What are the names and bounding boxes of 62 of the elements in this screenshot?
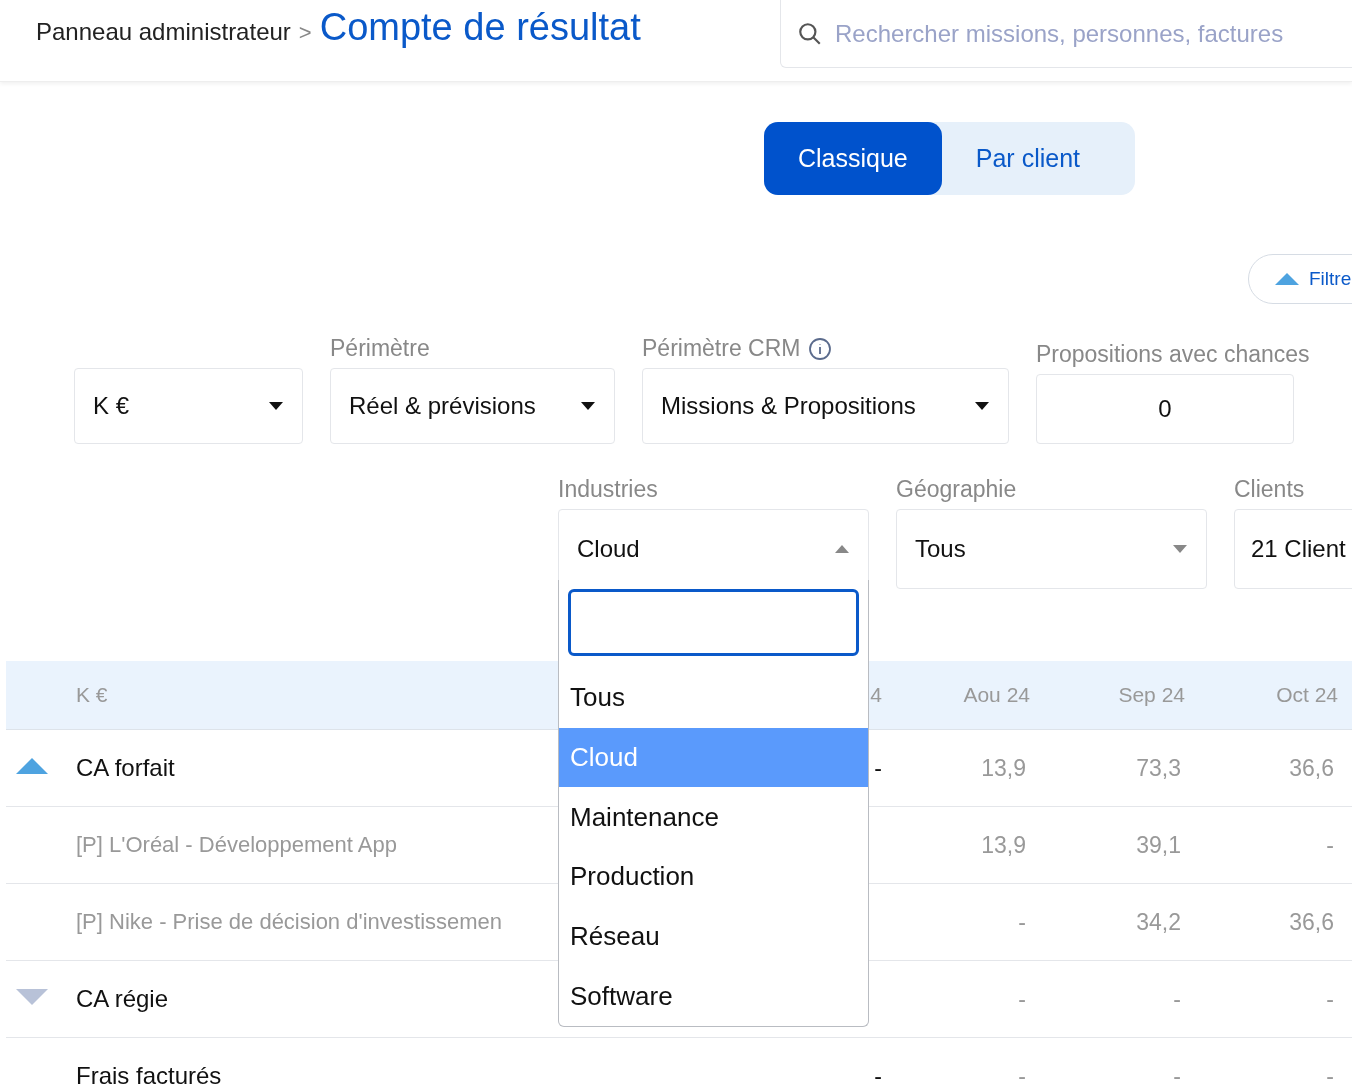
view-tab[interactable]: Classique [764, 122, 942, 195]
dropdown-option[interactable]: Software [559, 966, 868, 1026]
caret-icon [974, 401, 990, 411]
select-field[interactable]: 21 Client [1234, 509, 1352, 589]
select-field[interactable]: Tous [896, 509, 1207, 589]
dropdown-option[interactable]: Tous [559, 668, 868, 728]
table-cell: 36,6 [1289, 754, 1334, 782]
table-cell: - [874, 754, 882, 782]
caret-icon [580, 401, 596, 411]
column-header: K € [76, 683, 108, 707]
column-header: Sep 24 [1118, 683, 1185, 707]
breadcrumb-separator: > [298, 20, 312, 46]
search-icon [797, 20, 823, 47]
filter-label: Périmètre CRM [642, 335, 1009, 362]
table-cell: 39,1 [1136, 831, 1181, 859]
dropdown-option[interactable]: Maintenance [559, 787, 868, 848]
column-header: Oct 24 [1276, 683, 1338, 707]
table-cell: - [874, 1062, 882, 1090]
search-field[interactable]: Rechercher missions, personnes, factures [833, 18, 1352, 49]
expand-icon[interactable] [16, 989, 48, 1005]
filter-label: Clients [1234, 476, 1306, 503]
row-label: Frais facturés [76, 1062, 222, 1090]
column-header: 4 [870, 683, 882, 707]
search-bar[interactable]: Rechercher missions, personnes, factures [780, 0, 1352, 68]
up-triangle-icon [1275, 273, 1299, 285]
filter-label: Périmètre [330, 335, 431, 362]
dropdown-option[interactable]: Production [559, 847, 868, 907]
row-label: CA régie [76, 985, 169, 1013]
table-cell: 13,9 [981, 831, 1026, 859]
table-cell: - [1173, 1062, 1181, 1090]
table-cell: 36,6 [1289, 908, 1334, 936]
row-label: [P] Nike - Prise de décision d'investissemen [76, 909, 503, 935]
table-cell: - [1326, 1062, 1334, 1090]
table-cell: 13,9 [981, 754, 1026, 782]
select-field[interactable]: Réel & prévisions [330, 368, 615, 444]
filters-button[interactable]: Filtre [1248, 254, 1352, 304]
dropdown-search-field[interactable] [568, 589, 859, 657]
table-cell: - [1326, 985, 1334, 1013]
breadcrumb-link[interactable]: Panneau administrateur [36, 18, 291, 46]
table-cell: - [1018, 1062, 1026, 1090]
filter-label: Propositions avec chances [1036, 341, 1310, 368]
table-cell: - [1018, 908, 1026, 936]
filter-label: Industries [558, 476, 659, 503]
table-cell: - [1173, 985, 1181, 1013]
select-field[interactable]: Missions & Propositions [642, 368, 1009, 444]
caret-icon [834, 544, 850, 554]
row-label: [P] L'Oréal - Développement App [76, 832, 397, 858]
caret-icon [268, 401, 284, 411]
dropdown-option[interactable]: Réseau [559, 906, 868, 967]
select-field[interactable]: K € [74, 368, 303, 444]
table-cell: 34,2 [1136, 908, 1181, 936]
caret-icon [1172, 544, 1188, 554]
table-cell: - [1326, 831, 1334, 859]
collapse-icon[interactable] [16, 758, 48, 774]
page-title: Compte de résultat [319, 6, 641, 49]
filter-label: Géographie [896, 476, 1018, 503]
table-cell: - [1018, 985, 1026, 1013]
column-header: Aou 24 [963, 683, 1030, 707]
row-label: CA forfait [76, 754, 175, 782]
table-cell: 73,3 [1136, 754, 1181, 782]
number-field[interactable]: 0 [1036, 374, 1294, 444]
view-tab[interactable]: Par client [941, 122, 1114, 195]
